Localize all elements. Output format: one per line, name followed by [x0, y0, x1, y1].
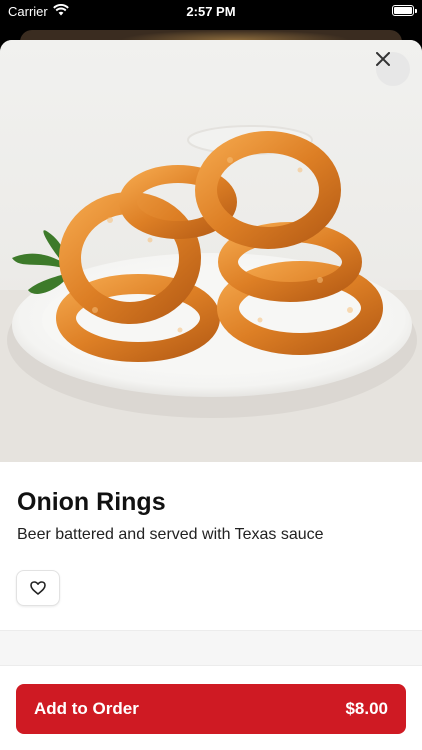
- order-footer: Add to Order $8.00: [0, 666, 422, 750]
- item-detail-sheet: Onion Rings Beer battered and served wit…: [0, 40, 422, 750]
- add-to-order-label: Add to Order: [34, 699, 139, 718]
- add-to-order-button[interactable]: Add to Order $8.00: [16, 684, 406, 734]
- heart-icon: [30, 581, 46, 595]
- status-bar: Carrier 2:57 PM: [0, 0, 422, 24]
- item-price: $8.00: [345, 699, 388, 718]
- onion-rings-illustration: [0, 125, 422, 462]
- section-divider: [0, 630, 422, 666]
- item-title: Onion Rings: [17, 488, 166, 516]
- close-button[interactable]: [376, 52, 410, 86]
- item-description: Beer battered and served with Texas sauc…: [17, 526, 324, 543]
- close-icon: [376, 52, 390, 66]
- item-image: [0, 40, 422, 462]
- favorite-button[interactable]: [16, 570, 60, 606]
- battery-icon: [392, 5, 417, 16]
- status-time: 2:57 PM: [186, 4, 236, 19]
